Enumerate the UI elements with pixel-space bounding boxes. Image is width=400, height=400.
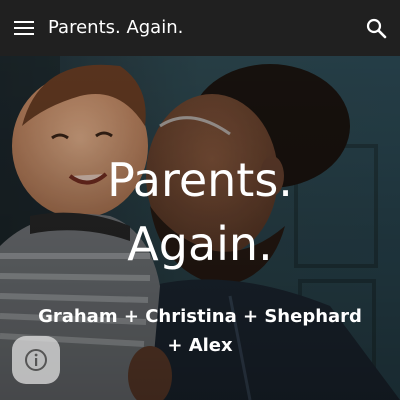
info-button[interactable] [12,336,60,384]
top-app-bar: Parents. Again. [0,0,400,56]
search-button[interactable] [364,16,388,40]
hero-text-block: Parents. Again. Graham + Christina + She… [0,148,400,360]
site-title[interactable]: Parents. Again. [48,15,183,41]
info-icon [25,349,47,371]
search-icon [366,18,387,39]
menu-button[interactable] [14,18,34,38]
hero-title: Parents. Again. [107,153,293,271]
hero-subtitle: Graham + Christina + Shephard + Alex [38,306,362,356]
hamburger-menu-icon [14,21,34,35]
hero-banner: Parents. Again. Graham + Christina + She… [0,56,400,400]
